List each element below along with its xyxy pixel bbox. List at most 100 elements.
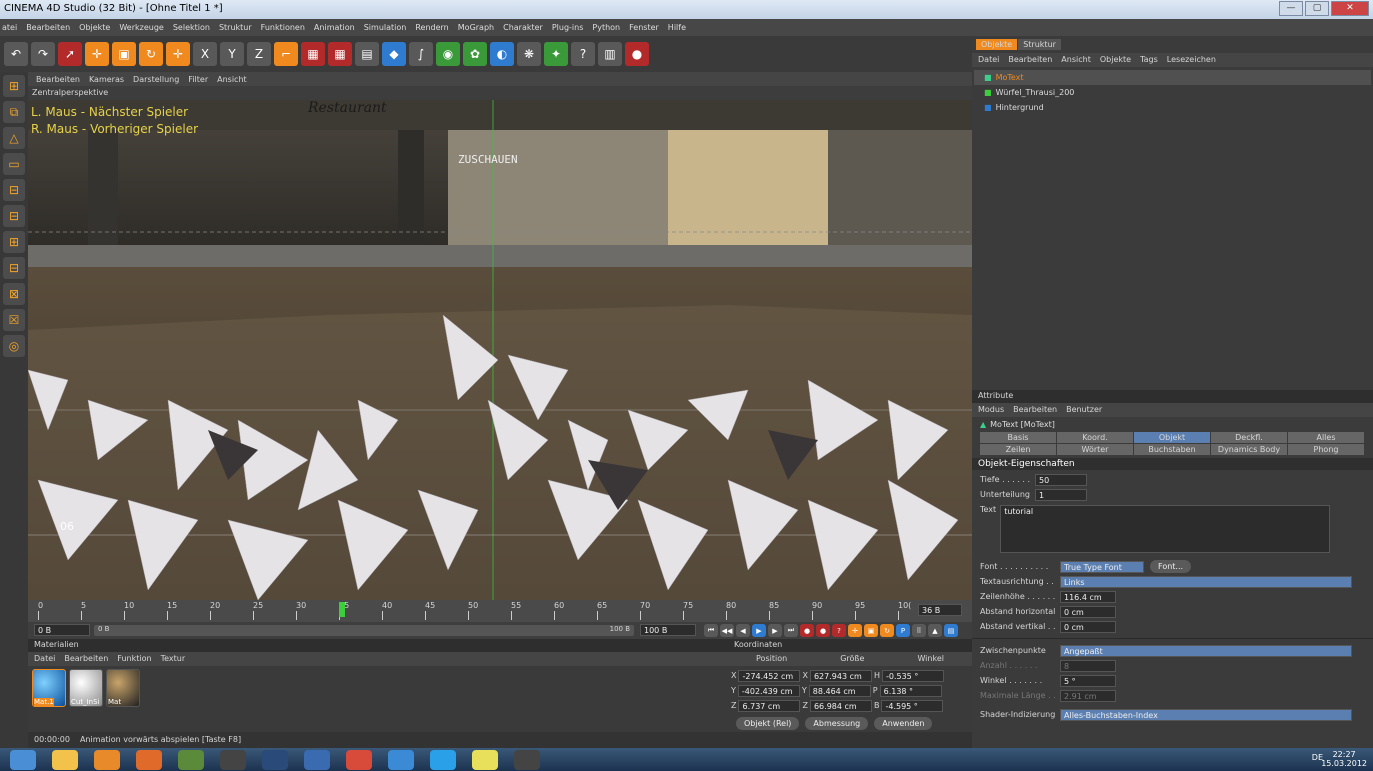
rotate-icon[interactable]: ↻ bbox=[139, 42, 163, 66]
menu-item-1[interactable]: Bearbeiten bbox=[26, 23, 70, 32]
attribute-tab[interactable]: Koord. bbox=[1057, 432, 1133, 443]
menu-item-7[interactable]: Animation bbox=[314, 23, 355, 32]
first-frame-button[interactable]: ⏮ bbox=[704, 624, 718, 637]
skype-icon[interactable] bbox=[430, 749, 456, 770]
deformer-icon[interactable]: ◐ bbox=[490, 42, 514, 66]
object-menu-item[interactable]: Tags bbox=[1140, 55, 1158, 65]
winkel-field[interactable]: 5 ° bbox=[1060, 674, 1116, 687]
text-area[interactable]: tutorial bbox=[1000, 505, 1331, 553]
materials-menu-item[interactable]: Bearbeiten bbox=[64, 654, 108, 664]
attribute-tab[interactable]: Phong bbox=[1288, 444, 1364, 455]
app-icon[interactable] bbox=[388, 749, 414, 770]
param-key-button[interactable]: P bbox=[896, 624, 910, 637]
font-type-dropdown[interactable]: True Type Font bbox=[1060, 560, 1144, 573]
object-menu-item[interactable]: Objekte bbox=[1100, 55, 1131, 65]
coord-cell[interactable]: -274.452 cm bbox=[738, 669, 801, 682]
object-tab[interactable]: Objekte bbox=[976, 39, 1018, 50]
media-icon[interactable] bbox=[94, 749, 120, 770]
zeilenhoehe-field[interactable]: 116.4 cm bbox=[1060, 590, 1116, 603]
left-tool-icon-0[interactable]: ⊞ bbox=[3, 75, 25, 97]
pos-key-button[interactable]: ✛ bbox=[848, 624, 862, 637]
zwischen-dropdown[interactable]: Angepaßt bbox=[1060, 644, 1352, 657]
viewport-menu-item[interactable]: Bearbeiten bbox=[36, 75, 80, 84]
apply-button[interactable]: Anwenden bbox=[874, 717, 933, 730]
record-button[interactable]: ● bbox=[800, 624, 814, 637]
viewport-menu-item[interactable]: Filter bbox=[188, 75, 208, 84]
menu-item-12[interactable]: Plug-ins bbox=[552, 23, 584, 32]
minimize-button[interactable]: — bbox=[1279, 1, 1303, 16]
windows-icon[interactable] bbox=[10, 749, 36, 770]
spline-icon[interactable]: ∫ bbox=[409, 42, 433, 66]
end-frame-field[interactable]: 100 B bbox=[640, 624, 696, 636]
size-mode-dropdown[interactable]: Abmessung bbox=[805, 717, 869, 730]
coord-cell[interactable]: 88.464 cm bbox=[808, 684, 871, 697]
select-icon[interactable]: ➚ bbox=[58, 42, 82, 66]
last-frame-button[interactable]: ⏭ bbox=[784, 624, 798, 637]
menu-item-0[interactable]: atei bbox=[2, 23, 17, 32]
scale-icon[interactable]: ▣ bbox=[112, 42, 136, 66]
layout-icon[interactable]: ▥ bbox=[598, 42, 622, 66]
attribute-tab[interactable]: Basis bbox=[980, 432, 1056, 443]
menu-item-10[interactable]: MoGraph bbox=[458, 23, 494, 32]
left-tool-icon-8[interactable]: ⊠ bbox=[3, 283, 25, 305]
render-view-icon[interactable]: ▦ bbox=[301, 42, 325, 66]
object-row[interactable]: ■ MoText bbox=[974, 70, 1371, 85]
menu-item-9[interactable]: Rendern bbox=[415, 23, 448, 32]
viewport-menu-item[interactable]: Ansicht bbox=[217, 75, 247, 84]
left-tool-icon-7[interactable]: ⊟ bbox=[3, 257, 25, 279]
move-icon[interactable]: ✛ bbox=[85, 42, 109, 66]
coord-mode-dropdown[interactable]: Objekt (Rel) bbox=[736, 717, 800, 730]
firefox-icon[interactable] bbox=[136, 749, 162, 770]
help-icon[interactable]: ? bbox=[571, 42, 595, 66]
scheme-button[interactable]: ▲ bbox=[928, 624, 942, 637]
current-frame-field[interactable]: 36 B bbox=[918, 604, 962, 616]
object-tab[interactable]: Struktur bbox=[1018, 39, 1061, 50]
ausrichtung-dropdown[interactable]: Links bbox=[1060, 575, 1352, 588]
material-swatch[interactable]: Mat bbox=[106, 669, 140, 707]
attribute-tab[interactable]: Buchstaben bbox=[1134, 444, 1210, 455]
c4d2-icon[interactable] bbox=[304, 749, 330, 770]
autokey-button[interactable]: ● bbox=[816, 624, 830, 637]
anzahl-field[interactable]: 8 bbox=[1060, 659, 1116, 672]
tiefe-field[interactable]: 50 bbox=[1035, 473, 1087, 486]
add-icon[interactable]: ✛ bbox=[166, 42, 190, 66]
attribute-menu-item[interactable]: Bearbeiten bbox=[1013, 405, 1057, 415]
materials-menu-item[interactable]: Funktion bbox=[117, 654, 151, 664]
playhead[interactable] bbox=[339, 602, 345, 617]
play-button[interactable]: ▶ bbox=[752, 624, 766, 637]
left-tool-icon-1[interactable]: ⧉ bbox=[3, 101, 25, 123]
menu-item-3[interactable]: Werkzeuge bbox=[119, 23, 163, 32]
timeline-button[interactable]: ▤ bbox=[944, 624, 958, 637]
left-tool-icon-10[interactable]: ◎ bbox=[3, 335, 25, 357]
object-menu-item[interactable]: Lesezeichen bbox=[1167, 55, 1216, 65]
menu-item-11[interactable]: Charakter bbox=[503, 23, 543, 32]
left-tool-icon-2[interactable]: △ bbox=[3, 127, 25, 149]
menu-item-14[interactable]: Fenster bbox=[629, 23, 659, 32]
y-axis-icon[interactable]: Y bbox=[220, 42, 244, 66]
record-icon[interactable]: ● bbox=[625, 42, 649, 66]
left-tool-icon-4[interactable]: ⊟ bbox=[3, 179, 25, 201]
menu-item-8[interactable]: Simulation bbox=[364, 23, 407, 32]
coord-cell[interactable]: -4.595 ° bbox=[881, 699, 944, 712]
viewport-menu-item[interactable]: Darstellung bbox=[133, 75, 179, 84]
viewport-menu-item[interactable]: Kameras bbox=[89, 75, 124, 84]
pla-key-button[interactable]: ⠿ bbox=[912, 624, 926, 637]
left-tool-icon-6[interactable]: ⊞ bbox=[3, 231, 25, 253]
x-axis-icon[interactable]: X bbox=[193, 42, 217, 66]
object-menu-item[interactable]: Bearbeiten bbox=[1008, 55, 1052, 65]
material-swatch[interactable]: Mat.1 bbox=[32, 669, 66, 707]
nurbs-icon[interactable]: ◉ bbox=[436, 42, 460, 66]
c4d-icon[interactable] bbox=[262, 749, 288, 770]
materials-menu-item[interactable]: Datei bbox=[34, 654, 55, 664]
light-icon[interactable]: ✦ bbox=[544, 42, 568, 66]
render-picture-icon[interactable]: ▦ bbox=[328, 42, 352, 66]
3d-viewport[interactable]: L. Maus - Nächster Spieler R. Maus - Vor… bbox=[28, 100, 972, 600]
notes-icon[interactable] bbox=[472, 749, 498, 770]
left-tool-icon-9[interactable]: ☒ bbox=[3, 309, 25, 331]
left-tool-icon-3[interactable]: ▭ bbox=[3, 153, 25, 175]
start-frame-field[interactable]: 0 B bbox=[34, 624, 90, 636]
redo-icon[interactable]: ↷ bbox=[31, 42, 55, 66]
abstand-v-field[interactable]: 0 cm bbox=[1060, 620, 1116, 633]
attribute-tab[interactable]: Dynamics Body bbox=[1211, 444, 1287, 455]
attribute-tab[interactable]: Alles bbox=[1288, 432, 1364, 443]
